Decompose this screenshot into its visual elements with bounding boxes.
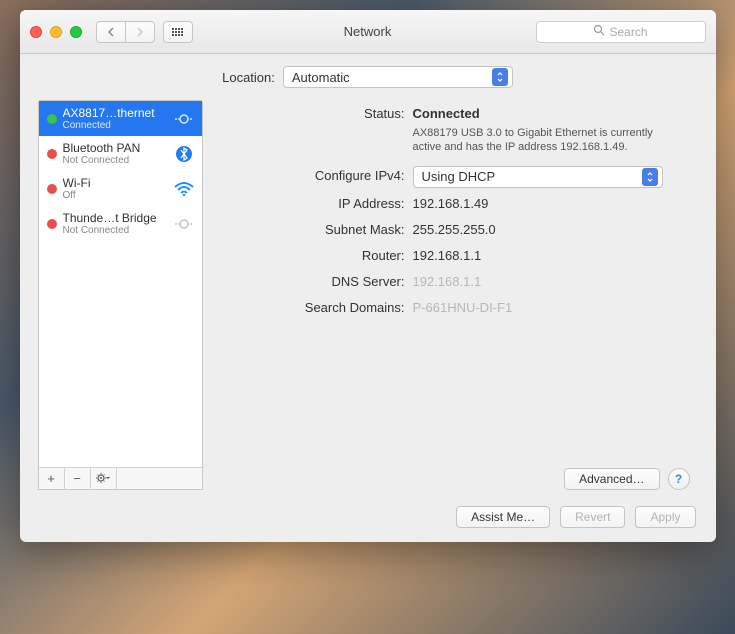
apply-button[interactable]: Apply: [635, 506, 695, 528]
network-preferences-window: Network Search Location: Automatic: [20, 10, 716, 542]
popup-arrows-icon: [492, 68, 508, 86]
ethernet-gray-icon: [172, 215, 196, 233]
service-list-body: AX8817…thernet Connected Bluetooth PAN N…: [39, 101, 202, 467]
ip-address-label: IP Address:: [253, 194, 413, 214]
location-popup[interactable]: Automatic: [283, 66, 513, 88]
service-name: Wi-Fi: [63, 176, 166, 190]
forward-button[interactable]: [125, 21, 155, 43]
service-name: Thunde…t Bridge: [63, 211, 166, 225]
add-service-button[interactable]: +: [39, 468, 65, 490]
service-name: Bluetooth PAN: [63, 141, 166, 155]
ethernet-icon: [172, 110, 196, 128]
service-actions-menu[interactable]: [91, 468, 117, 490]
search-domains-value: P-661HNU-DI-F1: [413, 298, 688, 318]
configure-ipv4-popup[interactable]: Using DHCP: [413, 166, 663, 188]
configure-ipv4-value: Using DHCP: [422, 167, 496, 187]
service-status: Not Connected: [63, 155, 166, 166]
bluetooth-icon: [172, 145, 196, 163]
navigation-buttons: [96, 21, 155, 43]
service-item-wifi[interactable]: Wi-Fi Off: [39, 171, 202, 206]
search-placeholder: Search: [609, 25, 647, 39]
service-name: AX8817…thernet: [63, 106, 166, 120]
remove-service-button[interactable]: −: [65, 468, 91, 490]
fullscreen-window-button[interactable]: [70, 26, 82, 38]
show-all-button[interactable]: [163, 21, 193, 43]
search-input[interactable]: Search: [536, 21, 706, 43]
wifi-icon: [172, 180, 196, 198]
service-list-footer: + −: [39, 467, 202, 489]
popup-arrows-icon: [642, 168, 658, 186]
status-dot-icon: [47, 114, 57, 124]
status-value: Connected: [413, 104, 688, 124]
status-label: Status:: [253, 104, 413, 154]
titlebar: Network Search: [20, 10, 716, 54]
service-item-ethernet[interactable]: AX8817…thernet Connected: [39, 101, 202, 136]
minimize-window-button[interactable]: [50, 26, 62, 38]
footer-buttons: Assist Me… Revert Apply: [38, 506, 696, 528]
location-row: Location: Automatic: [38, 66, 698, 88]
dns-server-value: 192.168.1.1: [413, 272, 688, 292]
configure-ipv4-label: Configure IPv4:: [253, 166, 413, 188]
status-dot-icon: [47, 149, 57, 159]
status-description: AX88179 USB 3.0 to Gigabit Ethernet is c…: [413, 126, 673, 154]
assist-me-button[interactable]: Assist Me…: [456, 506, 550, 528]
service-item-bluetooth-pan[interactable]: Bluetooth PAN Not Connected: [39, 136, 202, 171]
service-item-thunderbolt-bridge[interactable]: Thunde…t Bridge Not Connected: [39, 206, 202, 241]
status-dot-icon: [47, 219, 57, 229]
revert-button[interactable]: Revert: [560, 506, 625, 528]
search-domains-label: Search Domains:: [253, 298, 413, 318]
close-window-button[interactable]: [30, 26, 42, 38]
status-dot-icon: [47, 184, 57, 194]
ip-address-value: 192.168.1.49: [413, 194, 688, 214]
subnet-mask-label: Subnet Mask:: [253, 220, 413, 240]
help-button[interactable]: ?: [668, 468, 690, 490]
search-icon: [593, 24, 605, 39]
service-list: AX8817…thernet Connected Bluetooth PAN N…: [38, 100, 203, 490]
grid-icon: [172, 28, 183, 36]
detail-pane: Status: Connected AX88179 USB 3.0 to Gig…: [213, 100, 698, 490]
router-label: Router:: [253, 246, 413, 266]
location-label: Location:: [222, 70, 275, 85]
back-button[interactable]: [96, 21, 126, 43]
dns-server-label: DNS Server:: [253, 272, 413, 292]
traffic-lights: [30, 26, 82, 38]
panels: AX8817…thernet Connected Bluetooth PAN N…: [38, 100, 698, 490]
subnet-mask-value: 255.255.255.0: [413, 220, 688, 240]
router-value: 192.168.1.1: [413, 246, 688, 266]
advanced-button[interactable]: Advanced…: [564, 468, 659, 490]
content: Location: Automatic AX8817…thernet Conne…: [20, 54, 716, 542]
service-status: Not Connected: [63, 225, 166, 236]
service-status: Off: [63, 190, 166, 201]
service-status: Connected: [63, 120, 166, 131]
location-value: Automatic: [292, 70, 350, 85]
